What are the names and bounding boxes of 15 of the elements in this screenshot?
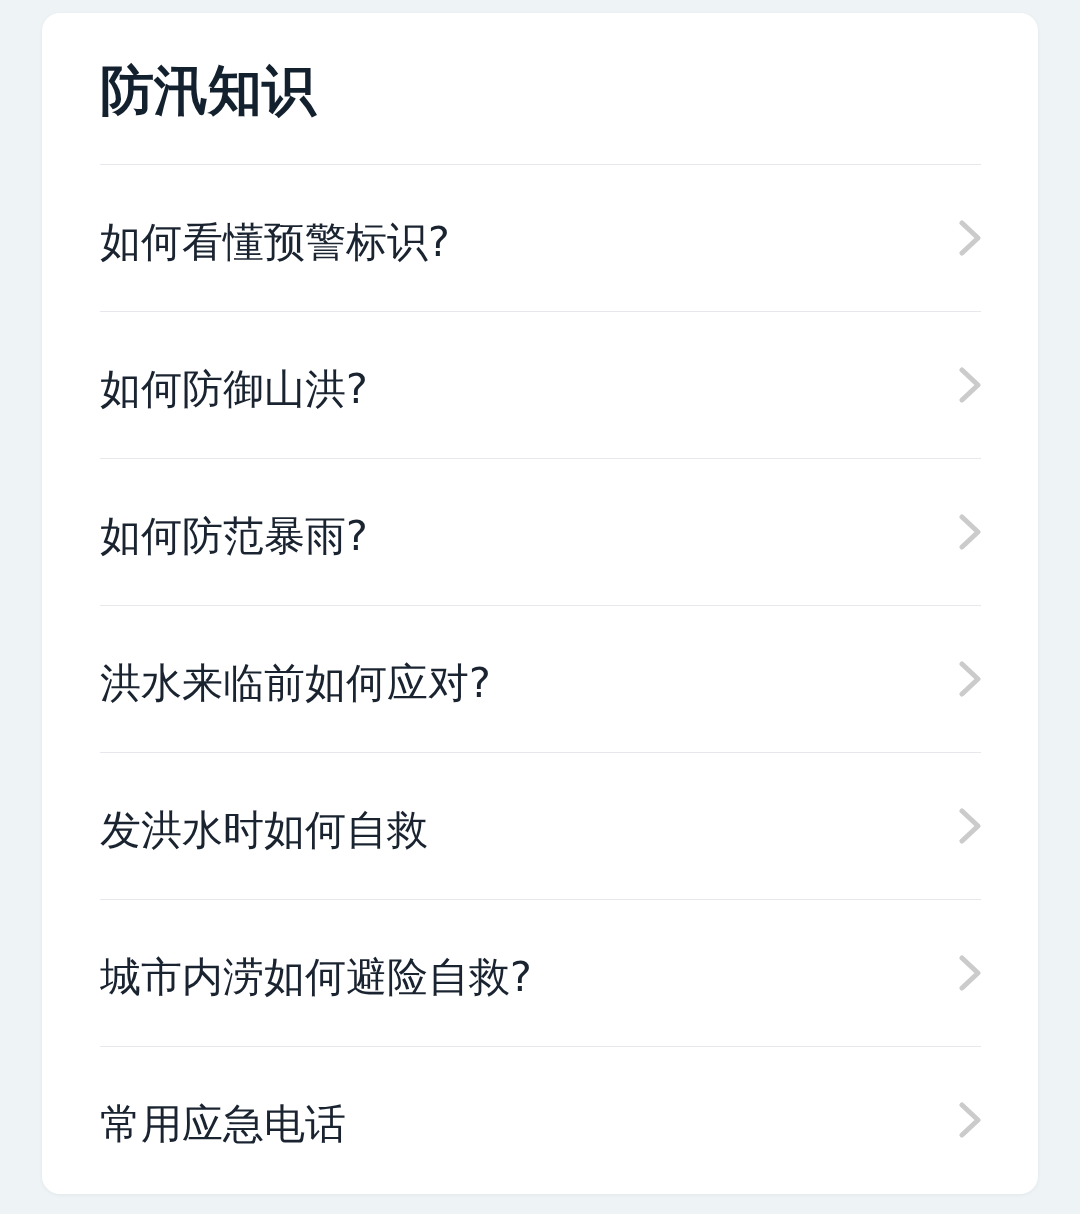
list-item[interactable]: 如何防御山洪? xyxy=(100,311,981,458)
chevron-right-icon xyxy=(959,955,981,991)
list-item[interactable]: 常用应急电话 xyxy=(100,1046,981,1193)
chevron-right-icon xyxy=(959,1102,981,1138)
list-item[interactable]: 城市内涝如何避险自救? xyxy=(100,899,981,1046)
list-item[interactable]: 发洪水时如何自救 xyxy=(100,752,981,899)
chevron-right-icon xyxy=(959,661,981,697)
list-item[interactable]: 洪水来临前如何应对? xyxy=(100,605,981,752)
section-title: 防汛知识 xyxy=(100,59,316,124)
list-item[interactable]: 如何看懂预警标识? xyxy=(100,164,981,311)
chevron-right-icon xyxy=(959,220,981,256)
chevron-right-icon xyxy=(959,367,981,403)
list-item[interactable]: 如何防范暴雨? xyxy=(100,458,981,605)
chevron-right-icon xyxy=(959,514,981,550)
chevron-right-icon xyxy=(959,808,981,844)
